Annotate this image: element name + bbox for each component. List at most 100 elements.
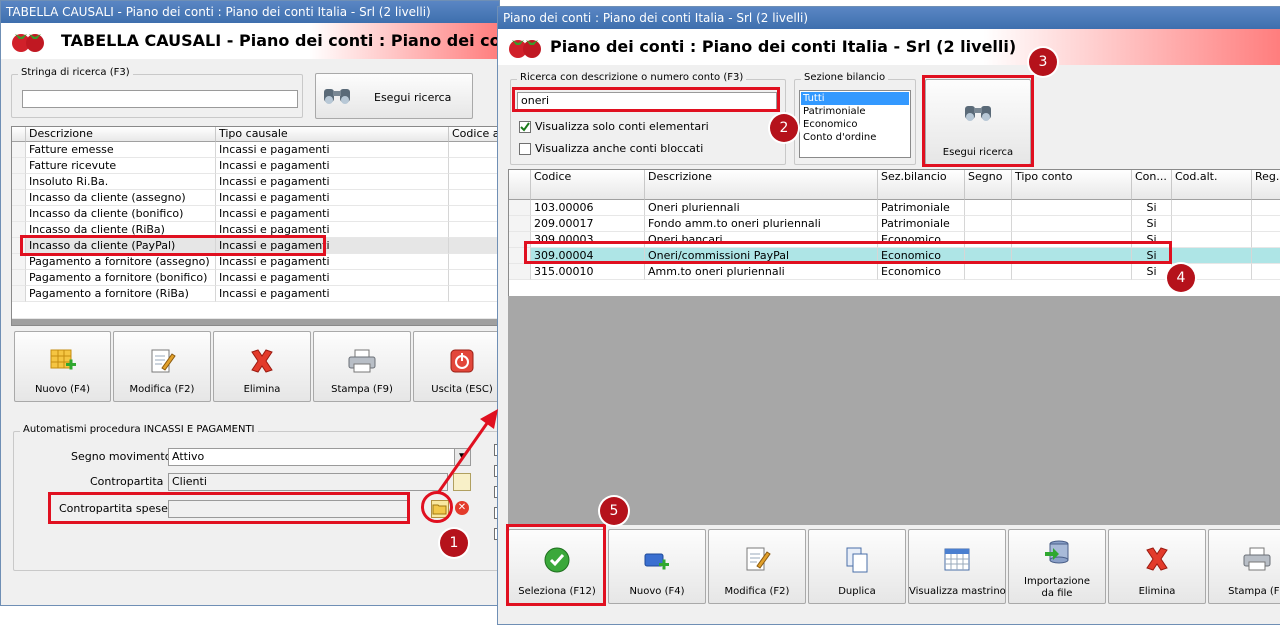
cell-codice-alt[interactable] (449, 190, 498, 206)
sezione-option-economico[interactable]: Economico (803, 118, 858, 131)
piano-stampa-button[interactable]: Stampa (F9 (1208, 529, 1280, 604)
cell-segno[interactable] (965, 264, 1012, 280)
cell-reg-iva[interactable] (1252, 264, 1280, 280)
cell-reg-iva[interactable] (1252, 232, 1280, 248)
piano-modifica-button[interactable]: Modifica (F2) (708, 529, 806, 604)
causali-search-button[interactable]: Esegui ricerca (315, 73, 473, 119)
piano-col-segno[interactable]: Segno (965, 170, 1012, 200)
causali-elimina-button[interactable]: Elimina (213, 331, 311, 402)
cell-descrizione[interactable]: Incasso da cliente (bonifico) (26, 206, 216, 222)
piano-col-con[interactable]: Con... (1132, 170, 1172, 200)
cell-reg-iva[interactable] (1252, 216, 1280, 232)
cell-tipo-conto[interactable] (1012, 264, 1132, 280)
causali-nuovo-button[interactable]: Nuovo (F4) (14, 331, 111, 402)
causali-col-tipo[interactable]: Tipo causale (216, 127, 449, 142)
cell-codice[interactable]: 315.00010 (531, 264, 645, 280)
piano-col-cod-alt[interactable]: Cod.alt. (1172, 170, 1252, 200)
causali-col-descrizione[interactable]: Descrizione (26, 127, 216, 142)
piano-col-sez[interactable]: Sez.bilancio (878, 170, 965, 200)
cell-sez-bilancio[interactable]: Patrimoniale (878, 200, 965, 216)
piano-nuovo-button[interactable]: Nuovo (F4) (608, 529, 706, 604)
cell-cod-alt[interactable] (1172, 200, 1252, 216)
segno-movimento-select[interactable]: Attivo ▼ (168, 448, 471, 466)
cell-descrizione[interactable]: Incasso da cliente (assegno) (26, 190, 216, 206)
table-row[interactable]: Incasso da cliente (assegno) Incassi e pa… (12, 190, 498, 206)
causali-grid[interactable]: Descrizione Tipo causale Codice alt Fatt… (11, 126, 499, 326)
cell-tipo-causale[interactable]: Incassi e pagamenti (216, 286, 449, 302)
cell-tipo-causale[interactable]: Incassi e pagamenti (216, 158, 449, 174)
causali-uscita-button[interactable]: Uscita (ESC) (413, 331, 499, 402)
piano-col-tipo-conto[interactable]: Tipo conto (1012, 170, 1132, 200)
table-row[interactable]: Fatture emesse Incassi e pagamenti (12, 142, 498, 158)
cell-tipo-causale[interactable]: Incassi e pagamenti (216, 174, 449, 190)
cell-tipo-causale[interactable]: Incassi e pagamenti (216, 270, 449, 286)
cell-tipo-causale[interactable]: Incassi e pagamenti (216, 190, 449, 206)
cell-codice-alt[interactable] (449, 174, 498, 190)
causali-modifica-button[interactable]: Modifica (F2) (113, 331, 211, 402)
cell-sez-bilancio[interactable]: Economico (878, 264, 965, 280)
importazione-button[interactable]: Importazione da file (1008, 529, 1106, 604)
check-bloccati-box[interactable] (519, 143, 531, 155)
cell-descrizione[interactable]: Pagamento a fornitore (RiBa) (26, 286, 216, 302)
duplica-button[interactable]: Duplica (808, 529, 906, 604)
causali-search-input[interactable] (22, 90, 298, 108)
cell-cod-alt[interactable] (1172, 232, 1252, 248)
sezione-option-conto-ordine[interactable]: Conto d'ordine (803, 131, 876, 144)
cell-codice-alt[interactable] (449, 254, 498, 270)
cell-descrizione[interactable]: Pagamento a fornitore (assegno) (26, 254, 216, 270)
cell-segno[interactable] (965, 216, 1012, 232)
table-row[interactable]: Fatture ricevute Incassi e pagamenti (12, 158, 498, 174)
cell-codice-alt[interactable] (449, 270, 498, 286)
table-row[interactable]: Incasso da cliente (bonifico) Incassi e p… (12, 206, 498, 222)
table-row[interactable]: Pagamento a fornitore (RiBa) Incassi e pa… (12, 286, 498, 302)
cell-codice-alt[interactable] (449, 222, 498, 238)
table-row[interactable]: 209.00017 Fondo amm.to oneri pluriennali P… (509, 216, 1280, 232)
cell-con[interactable]: Si (1132, 200, 1172, 216)
cell-descrizione[interactable]: Fondo amm.to oneri pluriennali (645, 216, 878, 232)
cell-cod-alt[interactable] (1172, 216, 1252, 232)
cell-tipo-conto[interactable] (1012, 200, 1132, 216)
cell-descrizione[interactable]: Fatture emesse (26, 142, 216, 158)
cell-descrizione[interactable]: Fatture ricevute (26, 158, 216, 174)
cell-con[interactable]: Si (1132, 216, 1172, 232)
cell-descrizione[interactable]: Amm.to oneri pluriennali (645, 264, 878, 280)
piano-elimina-button[interactable]: Elimina (1108, 529, 1206, 604)
table-row[interactable]: Insoluto Ri.Ba. Incassi e pagamenti (12, 174, 498, 190)
cell-reg-iva[interactable] (1252, 248, 1280, 264)
causali-col-codice-alt[interactable]: Codice alt (449, 127, 498, 142)
cell-cod-alt[interactable] (1172, 248, 1252, 264)
cell-codice[interactable]: 209.00017 (531, 216, 645, 232)
causali-stampa-button[interactable]: Stampa (F9) (313, 331, 411, 402)
cell-codice[interactable]: 103.00006 (531, 200, 645, 216)
piano-col-codice[interactable]: Codice (531, 170, 645, 200)
sezione-option-tutti[interactable]: Tutti (801, 92, 909, 105)
table-row[interactable]: 315.00010 Amm.to oneri pluriennali Economi… (509, 264, 1280, 280)
cell-sez-bilancio[interactable]: Patrimoniale (878, 216, 965, 232)
cell-tipo-conto[interactable] (1012, 216, 1132, 232)
table-row[interactable]: 103.00006 Oneri pluriennali Patrimoniale Si (509, 200, 1280, 216)
cell-segno[interactable] (965, 200, 1012, 216)
sezione-bilancio-list[interactable]: Tutti Patrimoniale Economico Conto d'ord… (799, 90, 911, 158)
cell-codice-alt[interactable] (449, 238, 498, 254)
table-row[interactable]: Pagamento a fornitore (assegno) Incassi e… (12, 254, 498, 270)
cell-codice-alt[interactable] (449, 142, 498, 158)
cell-codice-alt[interactable] (449, 286, 498, 302)
cell-descrizione[interactable]: Pagamento a fornitore (bonifico) (26, 270, 216, 286)
piano-col-descrizione[interactable]: Descrizione (645, 170, 878, 200)
cell-descrizione[interactable]: Insoluto Ri.Ba. (26, 174, 216, 190)
piano-conti-grid[interactable]: Codice Descrizione Sez.bilancio Segno Ti… (508, 169, 1280, 297)
cell-tipo-causale[interactable]: Incassi e pagamenti (216, 206, 449, 222)
cell-codice-alt[interactable] (449, 158, 498, 174)
contropartita-field[interactable]: Clienti (168, 473, 448, 491)
piano-col-reg-iva[interactable]: Reg.iv (1252, 170, 1280, 200)
table-row[interactable]: Pagamento a fornitore (bonifico) Incassi … (12, 270, 498, 286)
cell-tipo-causale[interactable]: Incassi e pagamenti (216, 142, 449, 158)
sezione-option-patrimoniale[interactable]: Patrimoniale (803, 105, 866, 118)
clear-x-icon[interactable]: ✕ (455, 501, 469, 515)
cell-descrizione[interactable]: Oneri pluriennali (645, 200, 878, 216)
cell-codice-alt[interactable] (449, 206, 498, 222)
mastrino-button[interactable]: Visualizza mastrino (908, 529, 1006, 604)
cell-reg-iva[interactable] (1252, 200, 1280, 216)
cell-con[interactable]: Si (1132, 264, 1172, 280)
check-elementari-box[interactable] (519, 121, 531, 133)
